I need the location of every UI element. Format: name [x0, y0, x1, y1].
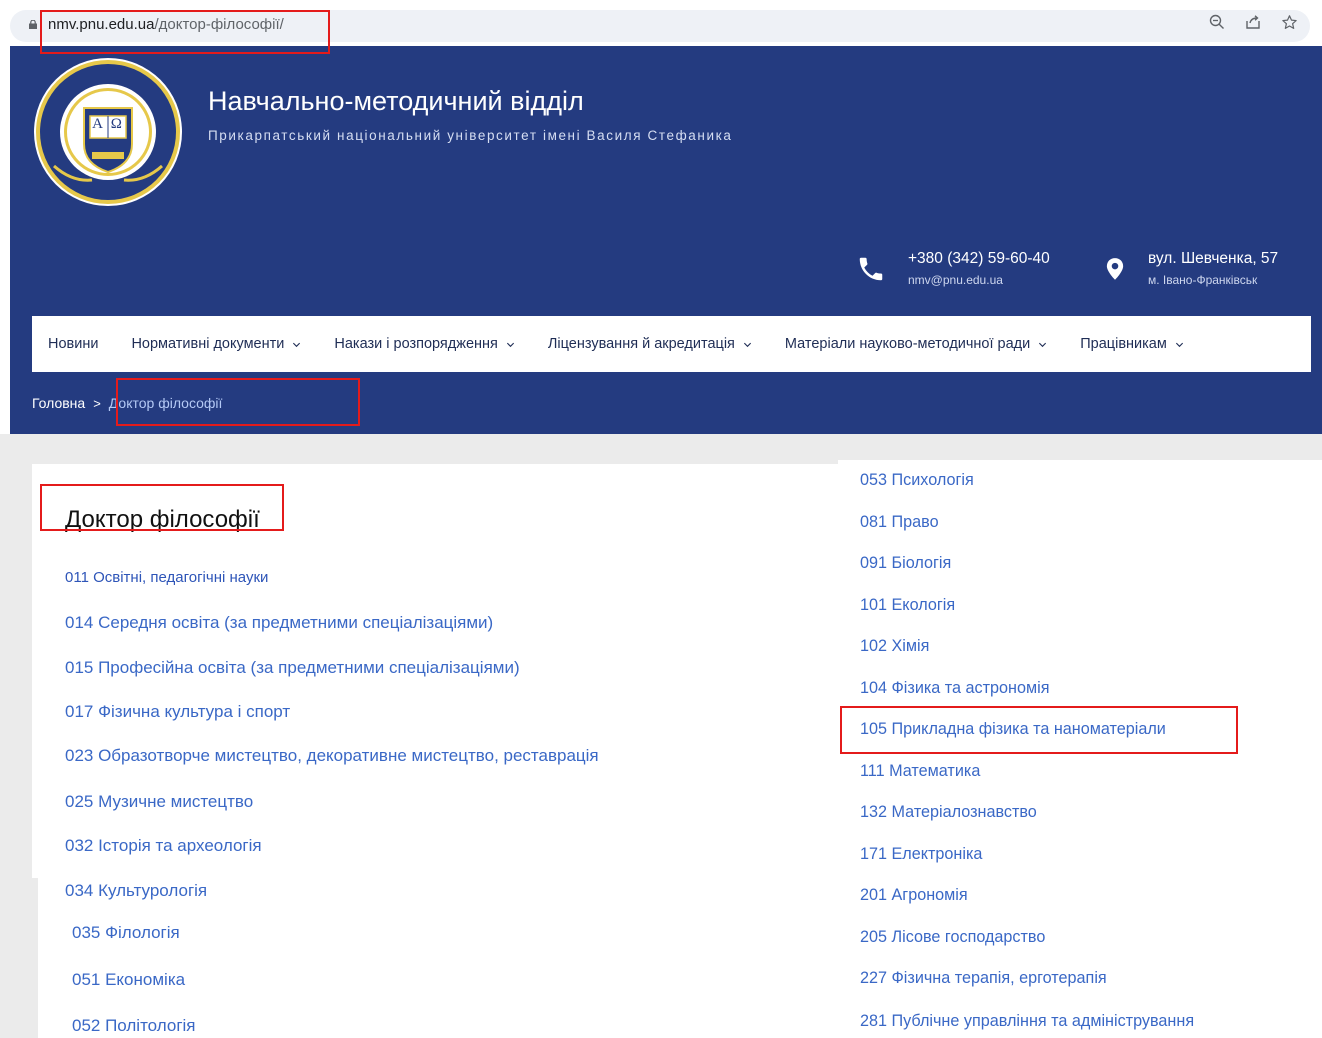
- specialty-link[interactable]: 171 Електроніка: [860, 845, 982, 864]
- specialty-link[interactable]: 104 Фізика та астрономія: [860, 679, 1050, 698]
- specialty-link[interactable]: 205 Лісове господарство: [860, 928, 1045, 947]
- specialty-link[interactable]: 101 Екологія: [860, 596, 955, 615]
- site-header: А Ω Навчально-методичний відділ Прикарпа…: [10, 46, 1322, 434]
- specialty-link[interactable]: 102 Хімія: [860, 637, 929, 656]
- zoom-icon[interactable]: [1206, 14, 1228, 36]
- specialty-link[interactable]: 132 Матеріалознавство: [860, 803, 1037, 822]
- highlight-box-breadcrumb: [116, 378, 360, 426]
- nav-item-news[interactable]: Новини: [32, 336, 98, 352]
- address-bar-actions: [1206, 14, 1300, 36]
- chevron-down-icon: [743, 342, 751, 347]
- nav-label: Новини: [48, 336, 99, 352]
- specialty-link[interactable]: 017 Фізична культура і спорт: [65, 702, 290, 722]
- contact-address: вул. Шевченка, 57 м. Івано-Франківськ: [1102, 250, 1278, 287]
- specialty-link[interactable]: 011 Освітні, педагогічні науки: [65, 569, 268, 586]
- nav-item-staff[interactable]: Працівникам: [1064, 336, 1184, 352]
- specialty-link[interactable]: 014 Середня освіта (за предметними спеці…: [65, 613, 493, 633]
- specialty-link[interactable]: 281 Публічне управління та адмініструван…: [860, 1012, 1194, 1031]
- share-icon[interactable]: [1242, 14, 1264, 36]
- contact-phone: +380 (342) 59-60-40 nmv@pnu.edu.ua: [856, 250, 1050, 287]
- email-address[interactable]: nmv@pnu.edu.ua: [908, 273, 1050, 287]
- breadcrumb-separator: >: [93, 395, 101, 411]
- phone-number[interactable]: +380 (342) 59-60-40: [908, 250, 1050, 268]
- nav-item-orders[interactable]: Накази і розпорядження: [318, 336, 515, 352]
- specialty-link[interactable]: 051 Економіка: [72, 970, 185, 990]
- breadcrumb-home[interactable]: Головна: [32, 395, 85, 411]
- nav-item-licensing[interactable]: Ліцензування й акредитація: [532, 336, 752, 352]
- street-address: вул. Шевченка, 57: [1148, 250, 1279, 267]
- specialty-link[interactable]: 015 Професійна освіта (за предметними сп…: [65, 658, 520, 678]
- specialty-link[interactable]: 227 Фізична терапія, ерготерапія: [860, 969, 1107, 988]
- specialty-link[interactable]: 032 Історія та археологія: [65, 836, 262, 856]
- phone-icon: [859, 257, 883, 280]
- specialty-link[interactable]: 035 Філологія: [72, 923, 180, 943]
- chevron-down-icon: [1175, 342, 1183, 347]
- nav-item-normative-documents[interactable]: Нормативні документи: [115, 336, 301, 352]
- content-background: [0, 434, 32, 1038]
- location-pin-icon: [1106, 257, 1124, 280]
- chevron-down-icon: [293, 342, 301, 347]
- specialty-link[interactable]: 053 Психологія: [860, 471, 974, 490]
- nav-label: Нормативні документи: [131, 336, 285, 352]
- chevron-down-icon: [1039, 342, 1047, 347]
- highlight-box-title: [40, 484, 284, 531]
- nav-label: Матеріали науково-методичної ради: [784, 336, 1031, 352]
- specialty-link[interactable]: 201 Агрономія: [860, 886, 968, 905]
- specialty-link[interactable]: 034 Культурологія: [65, 881, 207, 901]
- lock-icon: [29, 20, 37, 29]
- highlight-box-link: [840, 706, 1238, 754]
- nav-label: Накази і розпорядження: [334, 336, 498, 352]
- city: м. Івано-Франківськ: [1148, 273, 1258, 287]
- content-background: [32, 878, 38, 1038]
- specialty-link[interactable]: 052 Політологія: [72, 1016, 196, 1036]
- nav-label: Працівникам: [1080, 336, 1167, 352]
- site-subtitle: Прикарпатський національний університет …: [208, 128, 733, 143]
- specialty-link[interactable]: 091 Біологія: [860, 554, 951, 573]
- site-title[interactable]: Навчально-методичний відділ: [208, 86, 584, 117]
- specialty-link[interactable]: 023 Образотворче мистецтво, декоративне …: [65, 746, 599, 766]
- bookmark-star-icon[interactable]: [1278, 14, 1300, 36]
- highlight-box-url: [40, 10, 330, 54]
- main-nav: Новини Нормативні документи Накази і роз…: [32, 316, 1311, 372]
- nav-label: Ліцензування й акредитація: [547, 336, 735, 352]
- logo-center-text: А Ω: [92, 116, 124, 132]
- specialty-link[interactable]: 111 Математика: [860, 762, 980, 781]
- specialty-link[interactable]: 025 Музичне мистецтво: [65, 792, 253, 812]
- chevron-down-icon: [506, 342, 514, 347]
- specialty-link[interactable]: 081 Право: [860, 513, 939, 532]
- nav-item-council-materials[interactable]: Матеріали науково-методичної ради: [769, 336, 1047, 352]
